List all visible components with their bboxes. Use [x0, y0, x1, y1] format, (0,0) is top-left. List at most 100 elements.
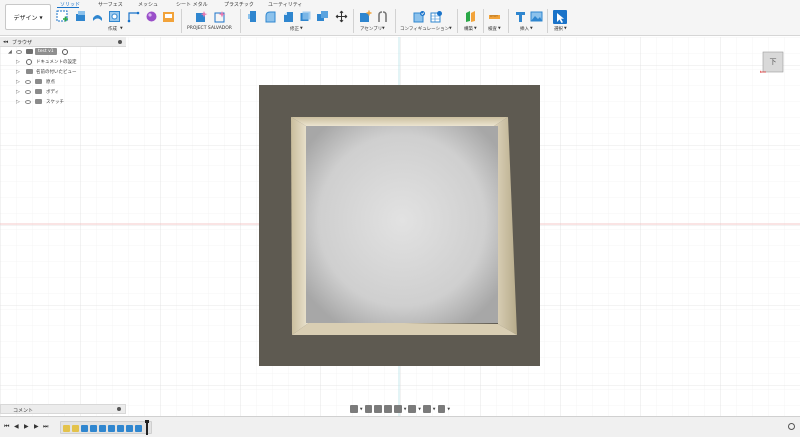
chamfer-icon[interactable] [282, 10, 295, 23]
visibility-eye-icon[interactable] [25, 100, 31, 104]
timeline-feature-extrude[interactable] [108, 425, 115, 432]
timeline-feature-sketch[interactable] [63, 425, 70, 432]
tab-sheet-metal[interactable]: シート メタル [176, 1, 208, 8]
collapse-icon[interactable]: ◂◂ [3, 39, 8, 45]
tab-mesh[interactable]: メッシュ [138, 1, 158, 8]
toolbar-divider [547, 9, 548, 33]
panel-options-icon[interactable] [117, 407, 121, 411]
select-button[interactable] [553, 10, 567, 24]
form-icon[interactable] [145, 10, 158, 23]
step-forward-icon[interactable]: ▶ [34, 423, 39, 430]
group-label-select[interactable]: 選択 [554, 26, 563, 32]
new-component-icon[interactable] [359, 10, 372, 23]
expand-right-icon[interactable]: ▷ [16, 59, 20, 65]
measure-icon[interactable] [488, 10, 501, 23]
insert-derive-icon[interactable] [162, 10, 175, 23]
timeline-feature-extrude[interactable] [99, 425, 106, 432]
tree-row-named-views[interactable]: ▷ 名前の付いたビュー [0, 67, 126, 77]
expand-right-icon[interactable]: ▷ [16, 69, 20, 75]
offset-plane-icon[interactable] [464, 10, 477, 23]
viewports-icon[interactable] [437, 405, 446, 413]
tab-surface[interactable]: サーフェス [98, 1, 123, 8]
timeline-feature-sketch[interactable] [72, 425, 79, 432]
group-label-configuration[interactable]: コンフィギュレーション [400, 26, 449, 32]
expand-right-icon[interactable]: ▷ [16, 79, 20, 85]
visibility-eye-icon[interactable] [16, 50, 22, 54]
viewcube[interactable]: 下 X [760, 51, 785, 73]
tab-plastic[interactable]: プラスチック [224, 1, 254, 8]
group-label-assemble[interactable]: アセンブリ [360, 26, 382, 32]
expand-right-icon[interactable]: ▷ [16, 89, 20, 95]
toolbar-divider [508, 9, 509, 33]
insert-canvas-icon[interactable] [530, 10, 543, 23]
timeline-track[interactable] [60, 421, 152, 434]
zoom-window-icon[interactable] [393, 405, 402, 413]
configure-icon[interactable] [413, 10, 426, 23]
tree-item-label: 名前の付いたビュー [36, 70, 77, 75]
go-to-start-icon[interactable]: ⏮ [4, 423, 9, 431]
new-sketch-icon[interactable] [56, 10, 69, 23]
revolve-icon[interactable] [91, 10, 104, 23]
workspace-switcher-button[interactable]: デザイン ▼ [5, 4, 51, 30]
tree-row-sketches[interactable]: ▷ スケッチ [0, 97, 126, 107]
pan-icon[interactable] [374, 405, 383, 413]
timeline-feature-extrude[interactable] [135, 425, 142, 432]
timeline-settings-gear-icon[interactable] [788, 423, 795, 430]
caret-down-icon: ▼ [530, 26, 533, 30]
comments-label: コメント [13, 408, 34, 414]
panel-options-icon[interactable] [118, 40, 122, 44]
sketch-line-icon[interactable] [127, 10, 140, 23]
tree-row-origin[interactable]: ▷ 原点 [0, 77, 126, 87]
tree-item-label: ボディ [46, 90, 60, 95]
expand-right-icon[interactable]: ▷ [16, 99, 20, 105]
extrude-icon[interactable] [74, 10, 87, 23]
play-icon[interactable]: ▶ [24, 423, 29, 430]
joint-icon[interactable] [376, 10, 389, 23]
tree-row-document-settings[interactable]: ▷ ドキュメントの設定 [0, 57, 126, 67]
expand-down-icon[interactable]: ◢ [8, 49, 12, 55]
group-label-insert[interactable]: 挿入 [520, 26, 529, 32]
group-label-project-salvador[interactable]: PROJECT SALVADOR [187, 26, 232, 31]
configuration-table-icon[interactable] [430, 10, 443, 23]
step-back-icon[interactable]: ◀ [14, 423, 19, 430]
tree-item-label: スケッチ [46, 100, 64, 105]
fillet-icon[interactable] [264, 10, 277, 23]
group-label-create[interactable]: 作成 [108, 26, 117, 32]
timeline-feature-extrude[interactable] [90, 425, 97, 432]
orbit-icon[interactable] [350, 405, 358, 413]
toolbar-divider [457, 9, 458, 33]
tree-row-bodies[interactable]: ▷ ボディ [0, 87, 126, 97]
timeline-feature-extrude[interactable] [126, 425, 133, 432]
hole-icon[interactable] [108, 10, 121, 23]
tree-row-root[interactable]: ◢ test v1 [0, 47, 126, 57]
group-label-inspect[interactable]: 検査 [488, 26, 497, 32]
comments-panel[interactable]: コメント [0, 404, 126, 414]
tab-utility[interactable]: ユーティリティ [268, 1, 302, 8]
timeline-marker-handle[interactable] [145, 420, 149, 435]
insert-derive-icon[interactable] [514, 10, 527, 23]
combine-icon[interactable] [316, 10, 329, 23]
display-settings-icon[interactable] [408, 405, 417, 413]
model-body[interactable] [259, 85, 540, 366]
group-label-modify[interactable]: 修正 [290, 26, 299, 32]
folder-icon [35, 99, 42, 104]
activate-radio-icon[interactable] [62, 49, 68, 55]
visibility-eye-icon[interactable] [25, 80, 31, 84]
project-salvador-icon[interactable] [195, 10, 208, 23]
salvador-sketch-icon[interactable] [213, 10, 226, 23]
timeline-feature-extrude[interactable] [81, 425, 88, 432]
go-to-end-icon[interactable]: ⏭ [43, 423, 48, 431]
press-pull-icon[interactable] [247, 10, 260, 23]
shell-icon[interactable] [299, 10, 312, 23]
zoom-icon[interactable] [384, 405, 392, 413]
move-icon[interactable] [335, 10, 348, 23]
toolbar-divider [353, 9, 354, 33]
group-label-construct[interactable]: 構築 [464, 26, 473, 32]
look-at-icon[interactable] [364, 405, 373, 413]
timeline-feature-extrude[interactable] [117, 425, 124, 432]
caret-down-icon: ▼ [447, 407, 451, 411]
root-component-label: test v1 [35, 48, 57, 55]
browser-header[interactable]: ◂◂ ブラウザ [0, 37, 126, 47]
grid-icon[interactable] [422, 405, 431, 413]
visibility-eye-icon[interactable] [25, 90, 31, 94]
